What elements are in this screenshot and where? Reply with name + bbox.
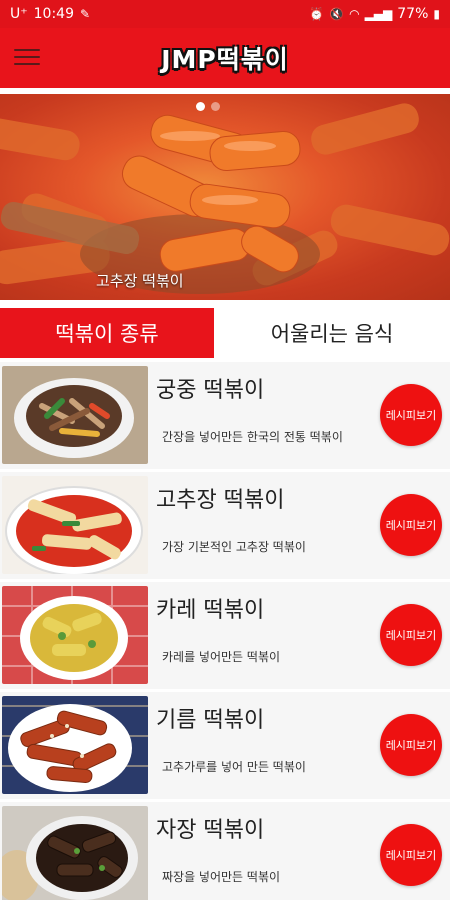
hero-food-image (0, 103, 450, 294)
tab-side-dishes[interactable]: 어울리는 음식 (214, 308, 450, 358)
status-time: 10:49 (33, 6, 74, 22)
category-tabs: 떡볶이 종류 어울리는 음식 (0, 308, 450, 358)
carousel-dot[interactable] (196, 102, 205, 111)
item-title: 고추장 떡볶이 (156, 488, 285, 513)
gochujang-tteokbokki-image (2, 476, 148, 574)
view-recipe-button[interactable]: 레시피보기 (380, 714, 442, 776)
jajang-tteokbokki-image (2, 806, 148, 900)
mute-icon: 🔇 (329, 7, 345, 21)
list-item[interactable]: 고추장 떡볶이 가장 기본적인 고추장 떡볶이 레시피보기 (0, 472, 450, 582)
status-right: ⏰ 🔇 ◠ ▂▄▆ 77% ▮ (309, 6, 440, 22)
hamburger-menu-icon[interactable] (14, 46, 40, 68)
item-title: 자장 떡볶이 (156, 818, 265, 843)
brush-icon: ✎ (80, 7, 91, 21)
item-description: 가장 기본적인 고추장 떡볶이 (162, 540, 306, 554)
battery-icon: ▮ (433, 7, 440, 21)
hero-caption: 고추장 떡볶이 (96, 272, 184, 290)
item-description: 간장을 넣어만든 한국의 전통 떡볶이 (162, 430, 343, 444)
view-recipe-button[interactable]: 레시피보기 (380, 824, 442, 886)
item-title: 궁중 떡볶이 (156, 378, 265, 403)
view-recipe-button[interactable]: 레시피보기 (380, 384, 442, 446)
item-title: 카레 떡볶이 (156, 598, 265, 623)
item-description: 고추가루를 넣어 만든 떡볶이 (162, 760, 306, 774)
curry-tteokbokki-image (2, 586, 148, 684)
item-description: 짜장을 넣어만든 떡볶이 (162, 870, 281, 884)
view-recipe-button[interactable]: 레시피보기 (380, 604, 442, 666)
hero-banner[interactable]: 고추장 떡볶이 (0, 94, 450, 300)
status-bar: U⁺ 10:49 ✎ ⏰ 🔇 ◠ ▂▄▆ 77% ▮ (0, 0, 450, 28)
oil-tteokbokki-image (2, 696, 148, 794)
item-description: 카레를 넣어만든 떡볶이 (162, 650, 281, 664)
app-bar: JMP떡볶이 (0, 28, 450, 88)
gungjung-tteokbokki-image (2, 366, 148, 464)
status-left: U⁺ 10:49 ✎ (10, 6, 90, 22)
alarm-icon: ⏰ (309, 7, 325, 21)
carrier-label: U⁺ (10, 6, 28, 22)
list-item[interactable]: 기름 떡볶이 고추가루를 넣어 만든 떡볶이 레시피보기 (0, 692, 450, 802)
list-item[interactable]: 자장 떡볶이 짜장을 넣어만든 떡볶이 레시피보기 (0, 802, 450, 900)
carousel-dot[interactable] (211, 102, 220, 111)
app-title: JMP떡볶이 (161, 45, 289, 74)
carousel-dots (196, 102, 220, 111)
signal-icon: ▂▄▆ (364, 7, 393, 21)
view-recipe-button[interactable]: 레시피보기 (380, 494, 442, 556)
recipe-list: 궁중 떡볶이 간장을 넣어만든 한국의 전통 떡볶이 레시피보기 고추장 떡볶이… (0, 362, 450, 900)
item-title: 기름 떡볶이 (156, 708, 265, 733)
wifi-icon: ◠ (349, 7, 360, 21)
list-item[interactable]: 카레 떡볶이 카레를 넣어만든 떡볶이 레시피보기 (0, 582, 450, 692)
tab-tteokbokki-types[interactable]: 떡볶이 종류 (0, 308, 214, 358)
list-item[interactable]: 궁중 떡볶이 간장을 넣어만든 한국의 전통 떡볶이 레시피보기 (0, 362, 450, 472)
battery-percent: 77% (397, 6, 429, 22)
